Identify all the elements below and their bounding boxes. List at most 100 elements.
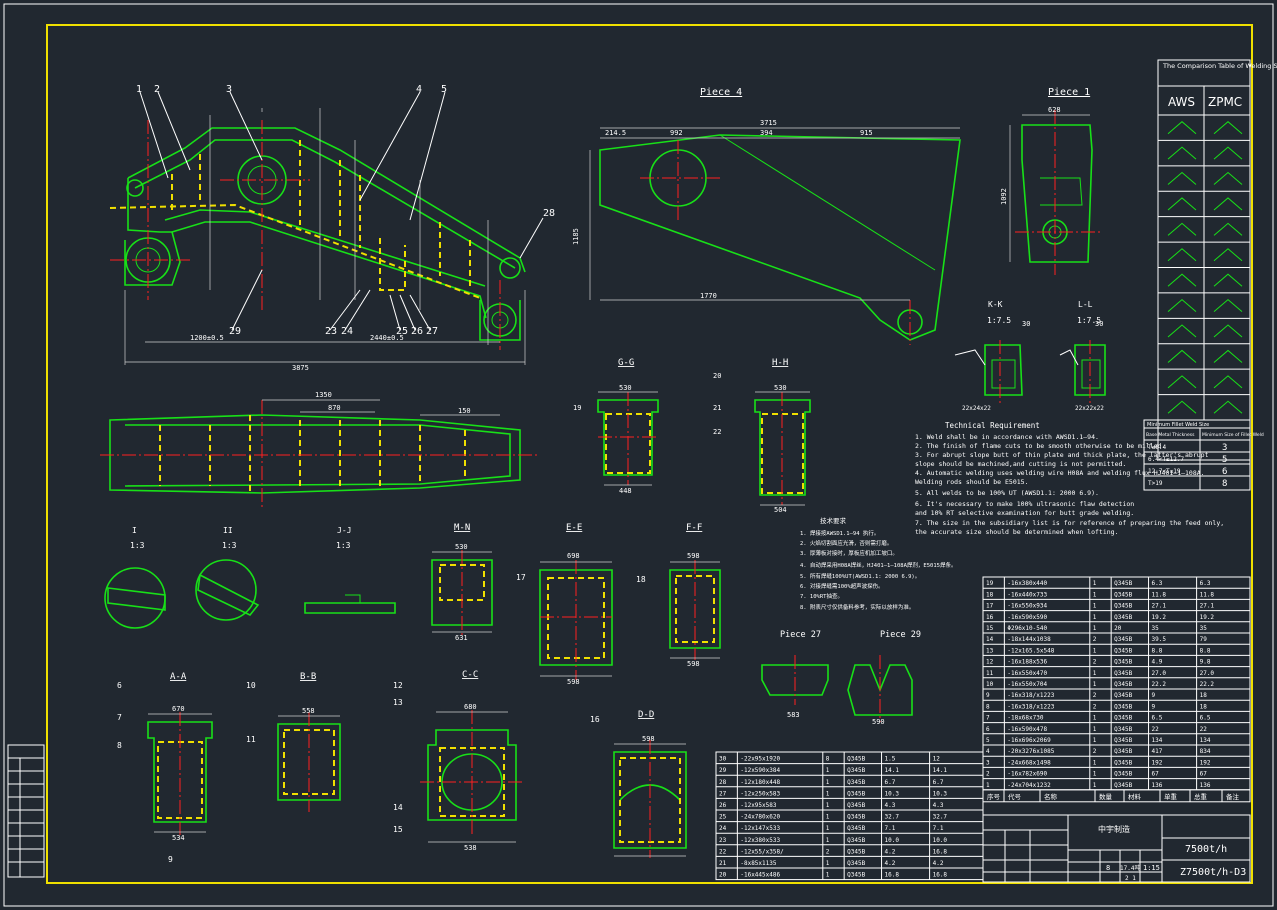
dim-p29-w: 590 [872, 718, 885, 726]
callout-24: 24 [341, 326, 353, 337]
callout-23: 23 [325, 326, 337, 337]
aws-weld-symbol [1167, 400, 1197, 414]
parts-list-cell-w1: 10.0 [885, 837, 900, 844]
parts-list-cell-w2: 22.2 [1200, 681, 1215, 688]
parts-list-cell-qty: 1 [826, 860, 830, 867]
parts-list-cell-name: -24x704x1232 [1007, 782, 1051, 789]
callout-21: 21 [713, 404, 721, 412]
tech-cn-1: 1. 焊接按AWSD1.1—94 执行。 [800, 529, 879, 537]
callout-28: 28 [543, 208, 555, 219]
parts-list-cell-qty: 1 [1093, 771, 1097, 778]
parts-list-cell-no: 11 [986, 670, 994, 677]
parts-list-cell-w2: 32.7 [933, 814, 948, 821]
parts-list-cell-mat: Q345B [847, 802, 865, 809]
dim-plan-mid: 870 [328, 404, 341, 412]
parts-list-header-cell: 单重 [1164, 792, 1178, 801]
ff-labels: F-F 598 598 18 [636, 523, 702, 668]
parts-list-cell-qty: 1 [1093, 670, 1097, 677]
parts-list-cell-w1: 14.1 [885, 767, 900, 774]
parts-list-cell-mat: Q345B [847, 860, 865, 867]
callout-20: 20 [713, 372, 721, 380]
callout-29: 29 [229, 326, 241, 337]
aws-weld-symbol [1167, 273, 1197, 287]
parts-list-cell-name: -18x68x730 [1007, 715, 1044, 722]
parts-list-cell-qty: 2 [1093, 636, 1097, 643]
piece27-29-labels: Piece 27 583 Piece 29 590 [780, 630, 921, 726]
parts-list-cell-w2: 16.8 [933, 872, 948, 879]
dim-aa-w: 670 [172, 705, 185, 713]
jj-title: J-J [337, 526, 351, 535]
dim-aa-b: 534 [172, 834, 185, 842]
piece1-title: Piece 1 [1048, 87, 1090, 98]
parts-list-cell-w1: 7.1 [885, 825, 896, 832]
parts-list-cell-mat: Q345B [847, 756, 865, 763]
parts-list-cell-no: 7 [986, 715, 990, 722]
dim-ee-b: 598 [567, 678, 580, 686]
parts-list-cell-no: 23 [719, 837, 727, 844]
piece4-labels: Piece 4 3715 214.5 992 394 915 1770 1185 [572, 87, 873, 300]
parts-list-cell-no: 6 [986, 726, 990, 733]
aws-weld-symbol [1167, 324, 1197, 338]
detail-i-title: I [132, 526, 137, 535]
mn-title: M-N [454, 523, 470, 533]
parts-list-header-cell: 数量 [1099, 792, 1113, 801]
parts-list-cell-name: -16x318/x1223 [1007, 703, 1054, 710]
parts-list-cell-w1: 1.5 [885, 756, 896, 763]
parts-list-cell-w1: 32.7 [885, 814, 900, 821]
parts-list-cell-mat: Q345B [1114, 703, 1132, 710]
parts-list-cell-qty: 1 [826, 837, 830, 844]
parts-list-cell-qty: 1 [1093, 614, 1097, 621]
ee-labels: E-E 698 598 17 [516, 523, 582, 686]
tech-line-4: slope should be machined,and cutting is … [915, 460, 1126, 468]
dim-piece4-e: 1770 [700, 292, 717, 300]
plan-view-labels: 1350 870 150 [315, 391, 471, 415]
parts-list-cell-w1: 4.9 [1152, 659, 1163, 666]
parts-list-cell-qty: 1 [826, 767, 830, 774]
parts-list-cell-w2: 834 [1200, 748, 1211, 755]
dim-p27-w: 583 [787, 711, 800, 719]
parts-list-cell-qty: 1 [1093, 726, 1097, 733]
tech-line-11: the accurate size should be determined w… [915, 528, 1119, 536]
callout-16: 16 [590, 715, 600, 724]
scale-value: 1:15 [1143, 864, 1160, 872]
parts-list-cell-qty: 1 [1093, 782, 1097, 789]
parts-list-cell-mat: Q345B [847, 848, 865, 855]
aws-weld-symbol [1167, 171, 1197, 185]
parts-list-cell-no: 26 [719, 802, 727, 809]
parts-list-cell-qty: 1 [1093, 681, 1097, 688]
tech-cn-7: 7. 10%RT抽查。 [800, 592, 843, 600]
sheet-num-2: 17.4吨 [1120, 864, 1140, 872]
piece27-29 [761, 655, 913, 722]
sheet-num-1: 8 [1106, 864, 1110, 872]
parts-list-cell-w1: 9 [1152, 692, 1156, 699]
parts-list-cell-w2: 4.3 [933, 802, 944, 809]
dim-piece4-d: 915 [860, 129, 873, 137]
parts-list-cell-name: -16x590x590 [1007, 614, 1047, 621]
main-elevation-labels: 1 2 3 4 5 29 23 24 25 26 27 28 3875 1200… [136, 84, 555, 372]
tech-line-10: 7. The size in the subsidiary list is fo… [915, 519, 1224, 527]
parts-list-cell-name: -8x85x1135 [740, 860, 777, 867]
parts-list-cell-no: 24 [719, 825, 727, 832]
detail-sections [104, 559, 396, 629]
aa-labels: A-A 670 534 6 7 8 9 [117, 672, 187, 864]
tech-cn-2: 2. 火焰切割面应光滑，否则需打磨。 [800, 539, 892, 547]
zpmc-weld-symbol [1213, 324, 1243, 338]
callout-9: 9 [168, 855, 173, 864]
dim-dd-w: 598 [642, 735, 655, 743]
dim-piece1-h: 1092 [1000, 188, 1008, 205]
zpmc-weld-symbol [1213, 248, 1243, 262]
parts-list-cell-no: 12 [986, 659, 994, 666]
tech-line-6: Welding rods should be E5015. [915, 478, 1029, 486]
bb-section [277, 712, 341, 812]
parts-list-cell-qty: 2 [1093, 748, 1097, 755]
parts-list-cell-w1: 8.8 [1152, 647, 1163, 654]
callout-19: 19 [573, 404, 581, 412]
parts-list-cell-name: -24x668x1498 [1007, 759, 1051, 766]
drawing-number: Z7500t/h-D3 [1180, 867, 1246, 878]
callout-7: 7 [117, 713, 122, 722]
parts-list-cell-no: 18 [986, 591, 994, 598]
callout-10: 10 [246, 681, 256, 690]
parts-list-cell-mat: Q345B [1114, 614, 1132, 621]
parts-list-cell-no: 27 [719, 790, 727, 797]
parts-list-cell-no: 17 [986, 603, 994, 610]
